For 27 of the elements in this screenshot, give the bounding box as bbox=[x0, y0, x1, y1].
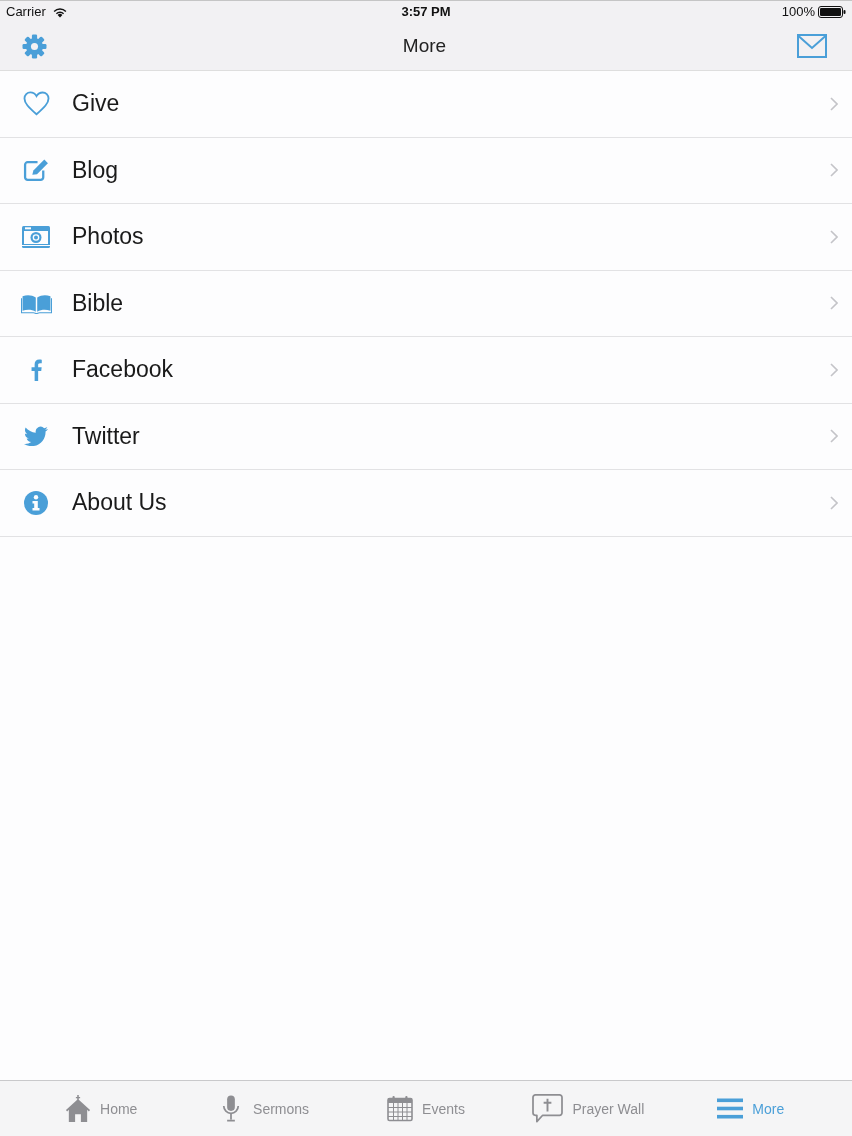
info-icon bbox=[24, 490, 48, 515]
speech-bubble-cross-icon bbox=[532, 1094, 564, 1123]
battery-icon bbox=[818, 5, 846, 18]
f-letter-icon bbox=[30, 358, 42, 381]
chevron-icon bbox=[830, 229, 838, 244]
house-icon bbox=[65, 1095, 91, 1122]
pencil-square-icon bbox=[22, 158, 50, 183]
carrier-label: Carrier bbox=[6, 4, 46, 19]
chevron-icon bbox=[830, 296, 838, 311]
chevron-icon bbox=[830, 163, 838, 178]
bird-icon bbox=[24, 426, 48, 447]
wifi-icon bbox=[51, 5, 68, 18]
book-icon bbox=[20, 292, 52, 314]
chevron-icon bbox=[830, 495, 838, 510]
chevron-icon bbox=[830, 96, 838, 111]
gear-icon bbox=[22, 33, 47, 59]
envelope-icon bbox=[797, 34, 827, 58]
mail-button[interactable] bbox=[797, 34, 827, 58]
page-title: More bbox=[402, 35, 447, 57]
camera-icon bbox=[22, 225, 50, 248]
heart-icon bbox=[22, 91, 50, 117]
battery-percent: 100% bbox=[781, 4, 815, 19]
chevron-icon bbox=[830, 362, 838, 377]
chevron-icon bbox=[830, 429, 838, 444]
settings-button[interactable] bbox=[22, 33, 47, 59]
status-time: 3:57 PM bbox=[401, 4, 451, 19]
calendar-icon bbox=[387, 1095, 414, 1122]
